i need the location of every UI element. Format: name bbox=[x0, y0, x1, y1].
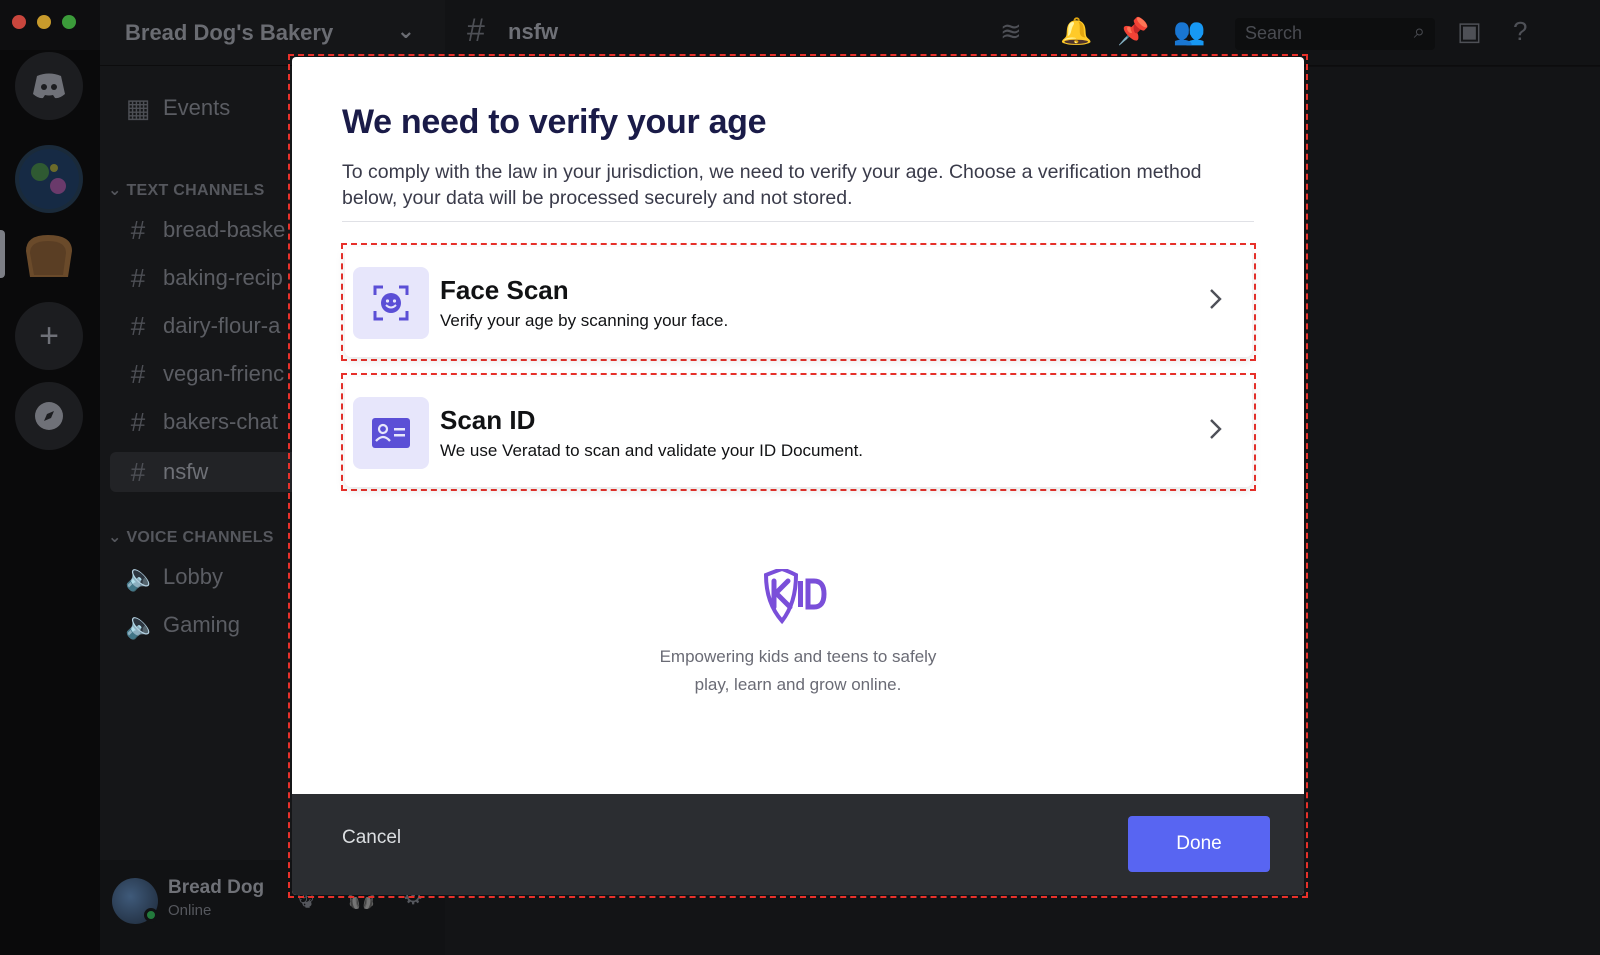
channel-title: nsfw bbox=[508, 19, 559, 44]
speaker-icon: 🔈 bbox=[125, 609, 158, 640]
close-window-button[interactable] bbox=[12, 15, 26, 29]
user-status: Online bbox=[168, 902, 212, 919]
selected-server-indicator bbox=[0, 230, 5, 278]
option-title: Scan ID bbox=[440, 405, 536, 435]
hashtag-icon: # bbox=[130, 262, 146, 293]
divider bbox=[342, 221, 1254, 222]
threads-icon[interactable]: ≋ bbox=[1000, 16, 1022, 47]
channel-label: dairy-flour-a bbox=[163, 313, 281, 338]
server-icon-space[interactable] bbox=[15, 145, 83, 213]
modal-title: We need to verify your age bbox=[342, 103, 767, 141]
voice-channel-item[interactable]: 🔈 Gaming bbox=[125, 605, 240, 645]
modal-description: To comply with the law in your jurisdict… bbox=[342, 161, 1202, 209]
help-icon[interactable]: ? bbox=[1513, 16, 1527, 47]
channel-label: bread-baske bbox=[163, 217, 286, 242]
channel-item[interactable]: # dairy-flour-a bbox=[125, 306, 281, 346]
server-rail: + bbox=[0, 50, 100, 955]
online-status-dot bbox=[144, 908, 158, 922]
done-button[interactable]: Done bbox=[1128, 816, 1270, 872]
minimize-window-button[interactable] bbox=[37, 15, 51, 29]
bell-icon[interactable]: 🔔 bbox=[1060, 16, 1092, 47]
channel-item[interactable]: # baking-recip bbox=[125, 258, 283, 298]
voice-channels-category[interactable]: ⌄ VOICE CHANNELS bbox=[108, 527, 274, 547]
search-placeholder: Search bbox=[1245, 23, 1303, 43]
channel-label: baking-recip bbox=[163, 265, 283, 290]
channel-label: vegan-frienc bbox=[163, 361, 285, 386]
hashtag-icon: # bbox=[130, 310, 146, 341]
discord-home-icon[interactable] bbox=[15, 52, 83, 120]
events-label: Events bbox=[163, 95, 231, 120]
voice-channel-item[interactable]: 🔈 Lobby bbox=[125, 557, 223, 597]
events-item[interactable]: ▦ Events bbox=[125, 88, 231, 128]
face-scan-option[interactable]: Face Scan Verify your age by scanning yo… bbox=[345, 247, 1252, 357]
user-name: Bread Dog bbox=[168, 877, 265, 898]
chevron-down-icon: ⌄ bbox=[108, 529, 127, 546]
hashtag-icon: # bbox=[130, 358, 146, 389]
members-icon[interactable]: 👥 bbox=[1173, 16, 1205, 47]
channel-label: nsfw bbox=[163, 459, 209, 484]
face-scan-icon bbox=[353, 267, 429, 339]
channel-label: Lobby bbox=[163, 564, 223, 589]
hashtag-icon: # bbox=[130, 456, 146, 487]
search-input[interactable]: Search ⌕ bbox=[1235, 18, 1435, 50]
hashtag-icon: # bbox=[130, 214, 146, 245]
search-icon: ⌕ bbox=[1413, 21, 1425, 43]
chevron-right-icon bbox=[1208, 287, 1224, 316]
id-card-icon bbox=[353, 397, 429, 469]
channel-item[interactable]: # bakers-chat bbox=[125, 402, 278, 442]
category-label: TEXT CHANNELS bbox=[126, 182, 265, 199]
option-title: Face Scan bbox=[440, 275, 569, 305]
tagline-line: Empowering kids and teens to safely bbox=[659, 647, 937, 666]
hashtag-icon: # bbox=[467, 12, 485, 48]
window-controls bbox=[12, 15, 76, 29]
tagline-line: play, learn and grow online. bbox=[694, 675, 902, 694]
speaker-icon: 🔈 bbox=[125, 561, 158, 592]
option-subtitle: Verify your age by scanning your face. bbox=[440, 311, 729, 330]
hashtag-icon: # bbox=[130, 406, 146, 437]
add-server-icon[interactable]: + bbox=[15, 302, 83, 370]
channel-label: Gaming bbox=[163, 612, 241, 637]
brand-tagline: Empowering kids and teens to safely play… bbox=[598, 643, 998, 699]
zoom-window-button[interactable] bbox=[62, 15, 76, 29]
pin-icon[interactable]: 📌 bbox=[1117, 16, 1149, 47]
kid-logo bbox=[762, 566, 828, 630]
chevron-down-icon: ⌄ bbox=[108, 182, 127, 199]
bread-server-icon[interactable] bbox=[15, 222, 83, 290]
server-name: Bread Dog's Bakery bbox=[125, 19, 334, 45]
modal-footer: Cancel Done bbox=[292, 794, 1304, 895]
cancel-button[interactable]: Cancel bbox=[342, 827, 401, 849]
option-subtitle: We use Veratad to scan and validate your… bbox=[440, 441, 864, 460]
channel-item[interactable]: # vegan-frienc bbox=[125, 354, 284, 394]
calendar-icon: ▦ bbox=[125, 92, 151, 123]
text-channels-category[interactable]: ⌄ TEXT CHANNELS bbox=[108, 180, 265, 200]
chevron-right-icon bbox=[1208, 417, 1224, 446]
scan-id-option[interactable]: Scan ID We use Veratad to scan and valid… bbox=[345, 377, 1252, 487]
category-label: VOICE CHANNELS bbox=[126, 529, 274, 546]
inbox-icon[interactable]: ▣ bbox=[1457, 16, 1482, 47]
age-verification-modal: We need to verify your age To comply wit… bbox=[292, 57, 1304, 895]
channel-item[interactable]: # bread-baske bbox=[125, 210, 286, 250]
channel-label: bakers-chat bbox=[163, 409, 278, 434]
explore-servers-icon[interactable] bbox=[15, 382, 83, 450]
chevron-down-icon: ⌄ bbox=[396, 18, 415, 43]
